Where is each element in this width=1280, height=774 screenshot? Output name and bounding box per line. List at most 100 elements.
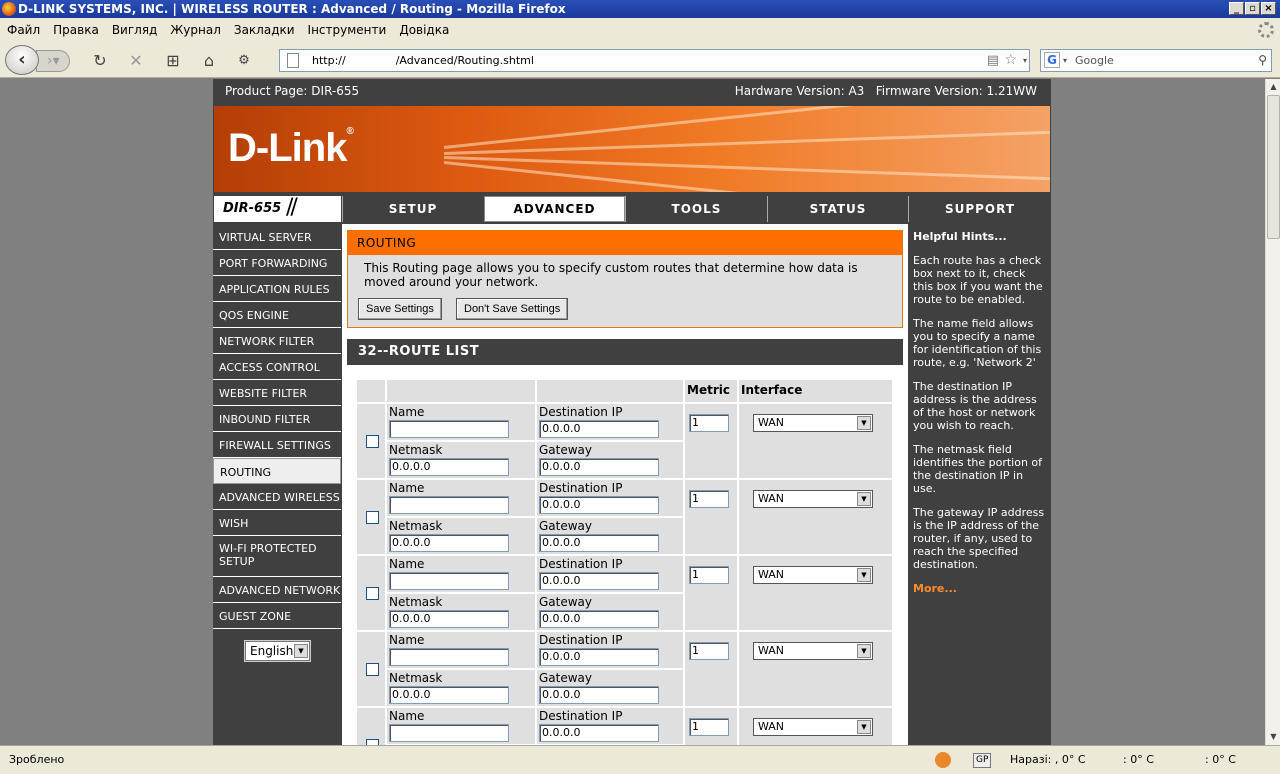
interface-cell: WAN ▼: [739, 708, 892, 745]
metric-input[interactable]: 1: [689, 490, 729, 508]
home-icon[interactable]: ⌂: [199, 51, 219, 71]
netmask-input[interactable]: 0.0.0.0: [389, 534, 509, 552]
search-box[interactable]: G ▾ Google ⚲: [1040, 49, 1272, 72]
sidebar-item-inbound-filter[interactable]: INBOUND FILTER: [213, 406, 341, 432]
gp-icon[interactable]: GP: [973, 753, 992, 768]
destination-ip-input[interactable]: 0.0.0.0: [539, 420, 659, 438]
weather-text: Наразі: , 0° C: [1010, 753, 1086, 766]
rss-icon[interactable]: ▤: [987, 50, 999, 71]
sidebar-item-website-filter[interactable]: WEBSITE FILTER: [213, 380, 341, 406]
route-enable-checkbox[interactable]: [366, 663, 379, 676]
name-input[interactable]: [389, 572, 509, 590]
url-bar[interactable]: http:// /Advanced/Routing.shtml ▤ ☆ ▾: [279, 49, 1030, 72]
maximize-button[interactable]: ▫: [1245, 2, 1260, 15]
gateway-input[interactable]: 0.0.0.0: [539, 458, 659, 476]
url-dropdown-icon[interactable]: ▾: [1023, 50, 1027, 71]
metric-input[interactable]: 1: [689, 718, 729, 736]
route-enable-cell: [357, 556, 385, 630]
netmask-input[interactable]: 0.0.0.0: [389, 686, 509, 704]
sidebar-item-advanced-wireless[interactable]: ADVANCED WIRELESS: [213, 484, 341, 510]
forward-button[interactable]: ›▾: [36, 50, 70, 72]
save-settings-button[interactable]: Save Settings: [358, 298, 442, 320]
interface-select[interactable]: WAN ▼: [753, 566, 873, 584]
window-title: D-LINK SYSTEMS, INC. | WIRELESS ROUTER :…: [18, 2, 566, 16]
gateway-input[interactable]: 0.0.0.0: [539, 686, 659, 704]
sidebar-item-wish[interactable]: WISH: [213, 510, 341, 536]
destination-ip-input[interactable]: 0.0.0.0: [539, 496, 659, 514]
name-cell: Name: [387, 708, 535, 744]
menu-view[interactable]: Вигляд: [105, 18, 164, 42]
minimize-button[interactable]: _: [1229, 2, 1244, 15]
menu-tools[interactable]: Інструменти: [301, 18, 393, 42]
sidebar-item-virtual-server[interactable]: VIRTUAL SERVER: [213, 224, 341, 250]
gateway-input[interactable]: 0.0.0.0: [539, 610, 659, 628]
menu-file[interactable]: Файл: [0, 18, 46, 42]
menu-history[interactable]: Журнал: [163, 18, 227, 42]
google-engine-icon[interactable]: G: [1044, 52, 1060, 68]
interface-select[interactable]: WAN ▼: [753, 490, 873, 508]
netmask-input[interactable]: 0.0.0.0: [389, 610, 509, 628]
sidebar-item-network-filter[interactable]: NETWORK FILTER: [213, 328, 341, 354]
interface-cell: WAN ▼: [739, 556, 892, 630]
interface-select[interactable]: WAN ▼: [753, 414, 873, 432]
menu-bookmarks[interactable]: Закладки: [227, 18, 301, 42]
sidebar-item-routing[interactable]: ROUTING: [213, 458, 341, 484]
metric-input[interactable]: 1: [689, 566, 729, 584]
scrollbar-thumb[interactable]: [1267, 95, 1280, 239]
sidebar-item-access-control[interactable]: ACCESS CONTROL: [213, 354, 341, 380]
tab-tools[interactable]: TOOLS: [625, 196, 767, 222]
addon-icon[interactable]: ⚙: [234, 51, 254, 71]
sidebar-item-port-forwarding[interactable]: PORT FORWARDING: [213, 250, 341, 276]
sidebar-item-advanced-network[interactable]: ADVANCED NETWORK: [213, 577, 341, 603]
destination-ip-input[interactable]: 0.0.0.0: [539, 724, 659, 742]
dont-save-settings-button[interactable]: Don't Save Settings: [456, 298, 569, 320]
dest-cell: Destination IP 0.0.0.0: [537, 708, 683, 744]
tab-setup[interactable]: SETUP: [342, 196, 483, 222]
sidebar-item-application-rules[interactable]: APPLICATION RULES: [213, 276, 341, 302]
new-tab-icon[interactable]: ⊞: [163, 51, 183, 71]
sidebar-item-firewall-settings[interactable]: FIREWALL SETTINGS: [213, 432, 341, 458]
sidebar-item-guest-zone[interactable]: GUEST ZONE: [213, 603, 341, 629]
name-input[interactable]: [389, 648, 509, 666]
netmask-input[interactable]: 0.0.0.0: [389, 458, 509, 476]
metric-input[interactable]: 1: [689, 642, 729, 660]
language-select[interactable]: English ▼: [244, 640, 311, 662]
media-icon[interactable]: [935, 752, 951, 768]
reload-icon[interactable]: ↻: [90, 51, 110, 71]
route-enable-cell: [357, 632, 385, 706]
menu-help[interactable]: Довідка: [392, 18, 455, 42]
more-link[interactable]: More...: [913, 582, 957, 595]
close-button[interactable]: ×: [1261, 2, 1276, 15]
name-input[interactable]: [389, 724, 509, 742]
destination-ip-input[interactable]: 0.0.0.0: [539, 572, 659, 590]
name-input[interactable]: [389, 420, 509, 438]
scroll-up-icon[interactable]: ▲: [1267, 80, 1280, 94]
gateway-input[interactable]: 0.0.0.0: [539, 534, 659, 552]
vertical-scrollbar[interactable]: ▲ ▼: [1265, 79, 1280, 745]
metric-input[interactable]: 1: [689, 414, 729, 432]
tab-status[interactable]: STATUS: [767, 196, 908, 222]
tab-advanced[interactable]: ADVANCED: [484, 196, 625, 222]
bookmark-star-icon[interactable]: ☆: [1004, 50, 1017, 71]
destination-ip-input[interactable]: 0.0.0.0: [539, 648, 659, 666]
back-button[interactable]: ‹: [5, 45, 39, 75]
menu-edit[interactable]: Правка: [46, 18, 105, 42]
interface-select[interactable]: WAN ▼: [753, 642, 873, 660]
gateway-cell: Gateway 0.0.0.0: [537, 518, 683, 554]
name-label: Name: [389, 405, 425, 419]
engine-dropdown-icon[interactable]: ▾: [1063, 50, 1067, 71]
sidebar-item-wifi-protected-setup[interactable]: WI-FI PROTECTED SETUP: [213, 536, 323, 576]
name-input[interactable]: [389, 496, 509, 514]
route-enable-checkbox[interactable]: [366, 435, 379, 448]
route-enable-checkbox[interactable]: [366, 511, 379, 524]
scroll-down-icon[interactable]: ▼: [1267, 730, 1280, 744]
interface-select[interactable]: WAN ▼: [753, 718, 873, 736]
interface-header: Interface: [739, 380, 892, 402]
stop-icon[interactable]: ✕: [126, 51, 146, 71]
metric-cell: 1: [685, 708, 737, 745]
route-enable-checkbox[interactable]: [366, 587, 379, 600]
search-icon[interactable]: ⚲: [1258, 50, 1267, 71]
sidebar-item-qos-engine[interactable]: QOS ENGINE: [213, 302, 341, 328]
hints-title: Helpful Hints...: [913, 230, 1007, 243]
tab-support[interactable]: SUPPORT: [908, 196, 1051, 222]
